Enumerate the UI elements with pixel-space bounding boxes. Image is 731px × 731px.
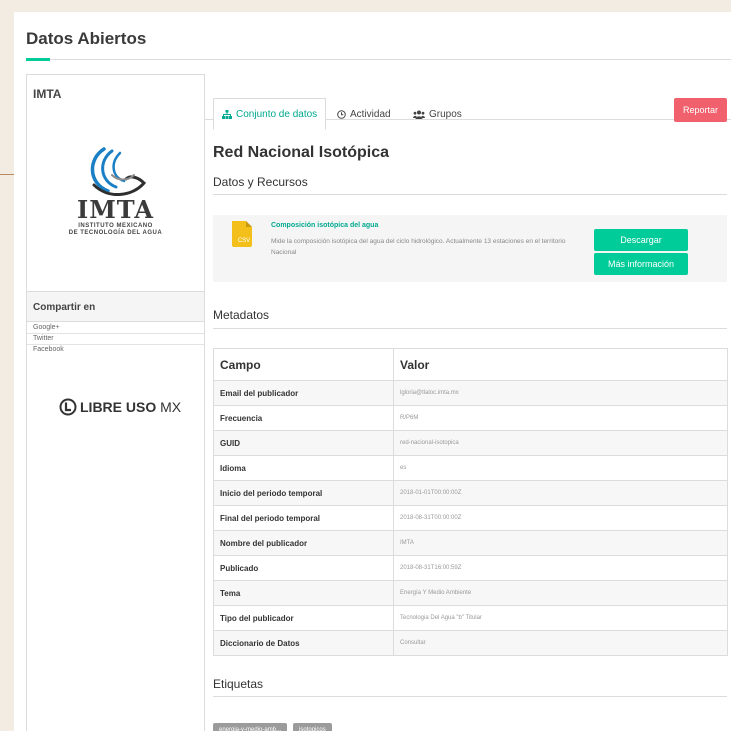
page-container: Datos Abiertos IMTA IMTA INSTITUTO MEXIC… bbox=[14, 12, 731, 731]
table-row: Final del periodo temporal 2018-08-31T00:… bbox=[213, 505, 728, 531]
metadata-value: IMTA bbox=[393, 530, 728, 556]
metadata-header-value: Valor bbox=[393, 348, 728, 381]
tag-isotopicos[interactable]: isotopicos bbox=[293, 723, 332, 731]
metadata-section-divider bbox=[213, 328, 727, 329]
libre-uso-badge[interactable]: LIBRE USO MX bbox=[59, 398, 181, 416]
table-row: Idioma es bbox=[213, 455, 728, 481]
metadata-value: Tecnologia Del Agua "b" Titular bbox=[393, 605, 728, 631]
title-accent-bar bbox=[26, 58, 50, 61]
resource-item: CSV Composición isotópica del agua Mide … bbox=[213, 215, 727, 282]
resources-section-divider bbox=[213, 194, 727, 195]
metadata-section-title: Metadatos bbox=[213, 308, 270, 322]
decorative-line bbox=[0, 174, 14, 175]
share-google-plus-link[interactable]: Google+ bbox=[27, 323, 204, 334]
table-row: Tema Energía Y Medio Ambiente bbox=[213, 580, 728, 606]
csv-file-icon[interactable]: CSV bbox=[230, 221, 254, 247]
metadata-header-row: Campo Valor bbox=[213, 348, 728, 381]
metadata-value: 2018-01-01T00:00:00Z bbox=[393, 480, 728, 506]
organization-logo[interactable]: IMTA INSTITUTO MEXICANO DE TECNOLOGÍA DE… bbox=[27, 145, 204, 237]
resource-description: Mide la composición isotópica del agua d… bbox=[271, 238, 566, 256]
metadata-key: Publicado bbox=[213, 555, 394, 581]
table-row: Publicado 2018-08-31T16:00:59Z bbox=[213, 555, 728, 581]
resources-section-title: Datos y Recursos bbox=[213, 175, 308, 189]
tag-energia[interactable]: energia-y-medio-amb... bbox=[213, 723, 288, 731]
table-row: Email del publicador lgloria@tlaloc.imta.… bbox=[213, 380, 728, 406]
share-twitter-link[interactable]: Twitter bbox=[27, 334, 204, 345]
metadata-value: Energía Y Medio Ambiente bbox=[393, 580, 728, 606]
report-button[interactable]: Reportar bbox=[674, 98, 727, 122]
metadata-value: lgloria@tlaloc.imta.mx bbox=[393, 380, 728, 406]
metadata-value: R/P6M bbox=[393, 405, 728, 431]
dataset-main: Conjunto de datos Actividad Grupos Repor… bbox=[205, 74, 731, 731]
libre-uso-logo-icon bbox=[59, 398, 77, 416]
metadata-key: Tema bbox=[213, 580, 394, 606]
logo-subtitle-line-1: INSTITUTO MEXICANO bbox=[78, 223, 153, 229]
metadata-table: Campo Valor Email del publicador lgloria@… bbox=[213, 348, 728, 656]
tag-list: energia-y-medio-amb... isotopicos bbox=[213, 723, 332, 731]
metadata-value: 2018-08-31T16:00:59Z bbox=[393, 555, 728, 581]
libre-uso-mx: MX bbox=[160, 399, 182, 415]
more-info-button[interactable]: Más información bbox=[594, 253, 688, 275]
share-header: Compartir en bbox=[27, 292, 204, 322]
share-list: Google+ Twitter Facebook bbox=[27, 323, 204, 356]
table-row: Nombre del publicador IMTA bbox=[213, 530, 728, 556]
tags-section-title: Etiquetas bbox=[213, 677, 264, 691]
title-divider bbox=[26, 59, 731, 60]
libre-uso-bold: LIBRE USO bbox=[80, 399, 157, 415]
metadata-key: Inicio del periodo temporal bbox=[213, 480, 394, 506]
metadata-key: GUID bbox=[213, 430, 394, 456]
share-facebook-link[interactable]: Facebook bbox=[27, 345, 204, 356]
dataset-title: Red Nacional Isotópica bbox=[213, 144, 390, 161]
tab-dataset-label: Conjunto de datos bbox=[236, 108, 318, 120]
tab-groups[interactable]: Grupos bbox=[405, 98, 470, 130]
tags-section-divider bbox=[213, 696, 727, 697]
table-row: Frecuencia R/P6M bbox=[213, 405, 728, 431]
data-dictionary-link[interactable]: Consultar bbox=[393, 630, 728, 656]
metadata-key: Nombre del publicador bbox=[213, 530, 394, 556]
metadata-value: 2018-08-31T00:00:00Z bbox=[393, 505, 728, 531]
tab-dataset[interactable]: Conjunto de datos bbox=[213, 98, 327, 130]
users-icon bbox=[413, 110, 425, 119]
sitemap-icon bbox=[222, 109, 232, 119]
metadata-key: Diccionario de Datos bbox=[213, 630, 394, 656]
imta-wave-logo-icon bbox=[90, 147, 146, 196]
table-row: Tipo del publicador Tecnologia Del Agua "… bbox=[213, 605, 728, 631]
clock-icon bbox=[337, 109, 346, 119]
metadata-key: Frecuencia bbox=[213, 405, 394, 431]
resource-name-link[interactable]: Composición isotópica del agua bbox=[271, 222, 378, 229]
metadata-key: Email del publicador bbox=[213, 380, 394, 406]
dataset-tabs: Conjunto de datos Actividad Grupos bbox=[205, 84, 731, 130]
metadata-key: Idioma bbox=[213, 455, 394, 481]
tab-activity-label: Actividad bbox=[350, 108, 391, 120]
organization-sidebar: IMTA IMTA INSTITUTO MEXICANO DE TECNOLOG… bbox=[26, 74, 205, 731]
metadata-value: es bbox=[393, 455, 728, 481]
metadata-value: red-nacional-isotopica bbox=[393, 430, 728, 456]
organization-name: IMTA bbox=[33, 87, 62, 101]
download-button[interactable]: Descargar bbox=[594, 229, 688, 251]
metadata-key: Final del periodo temporal bbox=[213, 505, 394, 531]
page-title: Datos Abiertos bbox=[26, 29, 147, 48]
table-row: GUID red-nacional-isotopica bbox=[213, 430, 728, 456]
table-row: Inicio del periodo temporal 2018-01-01T00… bbox=[213, 480, 728, 506]
metadata-key: Tipo del publicador bbox=[213, 605, 394, 631]
metadata-header-field: Campo bbox=[213, 348, 394, 381]
tab-groups-label: Grupos bbox=[429, 108, 462, 120]
csv-format-label: CSV bbox=[238, 238, 250, 244]
tab-activity[interactable]: Actividad bbox=[329, 98, 399, 130]
logo-subtitle-line-2: DE TECNOLOGÍA DEL AGUA bbox=[68, 230, 163, 236]
logo-wordmark: IMTA bbox=[77, 195, 154, 224]
libre-uso-text: LIBRE USO MX bbox=[80, 399, 181, 415]
table-row: Diccionario de Datos Consultar bbox=[213, 630, 728, 656]
share-label: Compartir en bbox=[33, 302, 96, 313]
